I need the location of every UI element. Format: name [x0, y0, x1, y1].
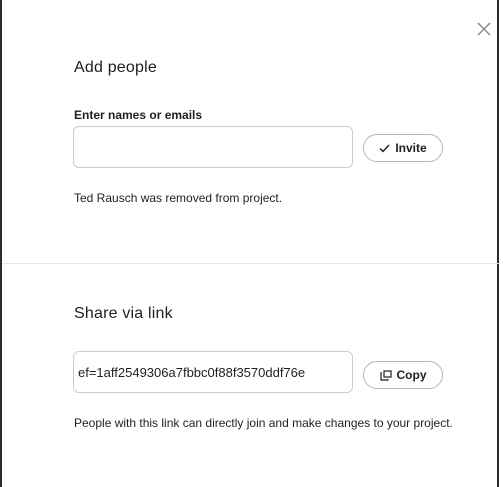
status-message: Ted Rausch was removed from project. — [74, 191, 283, 205]
copy-icon — [379, 369, 392, 381]
close-icon — [477, 22, 491, 36]
share-link-note: People with this link can directly join … — [74, 416, 453, 430]
copy-link-button[interactable]: Copy — [363, 361, 443, 389]
invite-button-label: Invite — [395, 141, 427, 155]
copy-button-label: Copy — [396, 368, 427, 382]
names-input[interactable] — [73, 126, 353, 168]
check-icon — [379, 144, 390, 153]
share-link-field[interactable] — [73, 351, 353, 393]
add-people-title: Add people — [74, 59, 157, 76]
section-divider — [2, 263, 501, 264]
close-button[interactable] — [473, 18, 495, 40]
add-people-dialog: Add people Enter names or emails Invite … — [0, 0, 501, 487]
names-field-label: Enter names or emails — [74, 108, 203, 122]
invite-button[interactable]: Invite — [363, 134, 443, 162]
share-link-title: Share via link — [74, 305, 173, 322]
